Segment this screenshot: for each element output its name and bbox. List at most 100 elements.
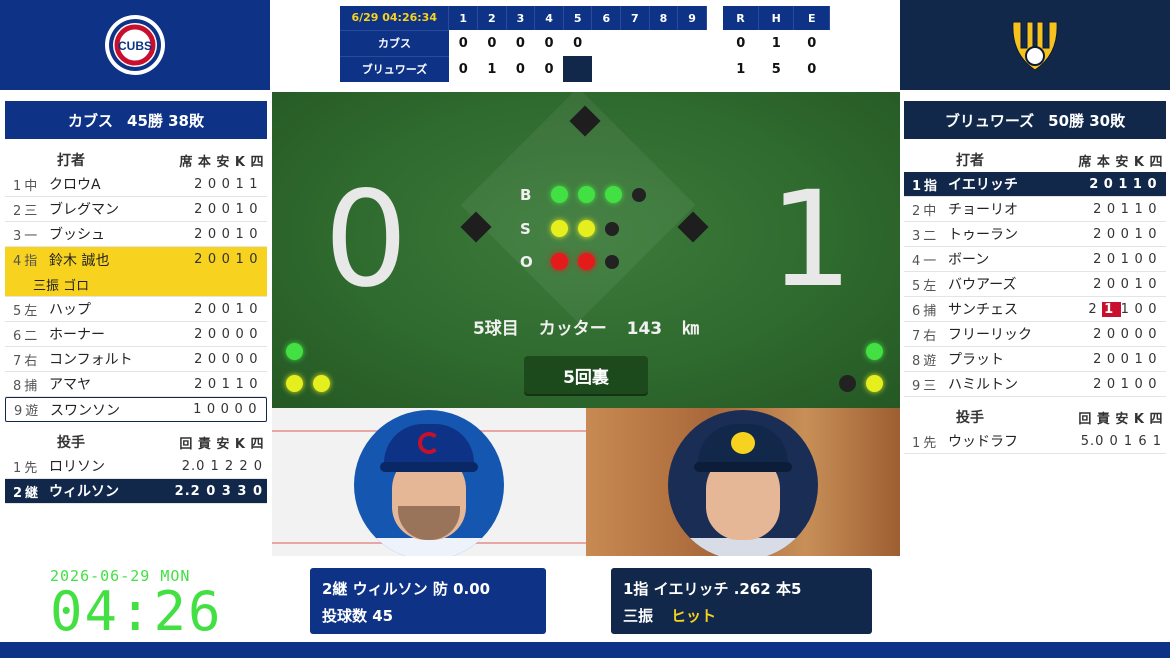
pitcher-avatar (354, 410, 504, 556)
pitcher-row[interactable]: 1先 ロリソン 2.0 1 2 2 0 (5, 454, 267, 479)
batter-position: 3一 (13, 228, 41, 244)
linescore-header: 6/29 04:26:34 1 2 3 4 5 6 7 8 9 R H E (340, 6, 830, 30)
brewers-glove-icon (731, 432, 755, 454)
batter-position: 1中 (13, 178, 41, 194)
ball-indicator (632, 188, 646, 202)
result-note-text: 三振 ゴロ (33, 278, 90, 294)
batter-row[interactable]: 6捕 サンチェス 2 1 100 (904, 297, 1166, 322)
pitcher-name: ウッドラフ (948, 434, 1018, 450)
inning-score: 0 (534, 30, 564, 56)
out-indicator (605, 255, 619, 269)
batter-position: 8遊 (912, 353, 940, 369)
at-bat-result-hit: ヒット (671, 606, 717, 625)
home-team-record: 50勝 30敗 (1048, 111, 1126, 130)
batter-stats: 20000 (194, 326, 263, 342)
batter-row[interactable]: 1中 クロウA 20011 (5, 172, 267, 197)
batter-row[interactable]: 8遊 プラット 20010 (904, 347, 1166, 372)
inning-indicator: 5回裏 (524, 356, 648, 394)
errors-total: 0 (793, 30, 830, 56)
batter-stats: 20010 (194, 201, 263, 217)
batter-row[interactable]: 5左 ハップ 20010 (5, 297, 267, 322)
batter-name: イエリッチ (948, 177, 1018, 193)
ball-indicator (578, 186, 595, 203)
batter-row[interactable]: 7右 フリーリック 20000 (904, 322, 1166, 347)
inning-header: 4 (534, 6, 564, 30)
pitcher-line: 2継 ウィルソン 防 0.00 (322, 579, 491, 598)
batter-row[interactable]: 9三 ハミルトン 20100 (904, 372, 1166, 397)
pitcher-heading: 投手 (57, 435, 85, 451)
cap-brim (694, 462, 792, 472)
hits-total: 1 (758, 30, 794, 56)
pitcher-columns-heading: 回 責 安 K 四 (1078, 411, 1163, 427)
batter-stats: 20110 (1093, 201, 1162, 217)
batter-row[interactable]: 7右 コンフォルト 20000 (5, 347, 267, 372)
batter-stats: 20010 (194, 226, 263, 242)
batter-stats: 20100 (1093, 251, 1162, 267)
batter-position: 1指 (912, 178, 941, 194)
batter-row[interactable]: 2中 チョーリオ 20110 (904, 197, 1166, 222)
brewers-logo-panel (900, 0, 1170, 90)
pitcher-stats: 2.2 0 3 3 0 (174, 483, 263, 499)
away-team-name: カブス (68, 111, 114, 130)
side-indicator-light (286, 343, 303, 360)
inning-score: 0 (477, 30, 507, 56)
batter-row-highlighted[interactable]: 4指 鈴木 誠也 20010 (5, 247, 267, 272)
batter-position: 3二 (912, 228, 940, 244)
batter-stats: 20010 (1093, 226, 1162, 242)
pitch-count: 投球数 45 (322, 606, 394, 625)
pitcher-name: ロリソン (49, 459, 105, 475)
batter-row[interactable]: 8捕 アマヤ 20110 (5, 372, 267, 397)
batter-name: サンチェス (948, 302, 1018, 318)
team-name: ブリュワーズ (340, 55, 449, 82)
side-indicator-light (839, 375, 856, 392)
batter-row[interactable]: 3二 トゥーラン 20010 (904, 222, 1166, 247)
batter-stats: 20110 (194, 376, 263, 392)
batter-info-card: 1指 イエリッチ .262 本5 三振 ヒット (611, 568, 872, 634)
strike-indicator (578, 220, 595, 237)
inning-score: 0 (506, 56, 535, 82)
strikes-label: S (520, 220, 531, 238)
stat-columns-heading: 席 本 安 K 四 (179, 154, 264, 170)
batter-row[interactable]: 3一 ブッシュ 20010 (5, 222, 267, 247)
pitcher-position: 1先 (13, 460, 41, 476)
pitch-info: 5球目 カッター 143 ㎞ (472, 319, 700, 339)
inning-header: 5 (563, 6, 593, 30)
hits-header: H (758, 6, 795, 30)
runs-total: 1 (723, 56, 759, 82)
runs-total: 0 (723, 30, 759, 56)
errors-total: 0 (793, 56, 830, 82)
ball-indicator (605, 186, 622, 203)
batter-line: 1指 イエリッチ .262 本5 (623, 579, 802, 598)
pitcher-row[interactable]: 1先 ウッドラフ 5.0 0 1 6 1 (904, 429, 1166, 454)
linescore-gap (706, 56, 724, 82)
inning-score: 0 (448, 30, 478, 56)
brewers-logo-icon (1012, 21, 1058, 71)
cubs-logo-icon: CUBS (105, 15, 165, 75)
linescore-gap (706, 6, 724, 30)
cap-brim (380, 462, 478, 472)
batter-name: ホーナー (49, 327, 105, 343)
pitcher-header: 投手 回 責 安 K 四 (904, 405, 1166, 429)
batter-row[interactable]: 2三 ブレグマン 20010 (5, 197, 267, 222)
batter-stats: 20010 (1093, 276, 1162, 292)
batter-name: ボーン (948, 252, 990, 268)
clock-time: 04:26 (50, 580, 223, 643)
inning-score: 1 (477, 56, 507, 82)
batter-stats: 10000 (193, 402, 262, 417)
batter-name: ブレグマン (49, 202, 119, 218)
batter-photo (586, 408, 900, 556)
batter-row-next[interactable]: 9遊 スワンソン 10000 (5, 397, 267, 422)
batter-row[interactable]: 4一 ボーン 20100 (904, 247, 1166, 272)
batter-row-current[interactable]: 1指 イエリッチ 20110 (904, 172, 1166, 197)
pitcher-name: ウィルソン (49, 484, 119, 500)
batter-row[interactable]: 6二 ホーナー 20000 (5, 322, 267, 347)
game-time: 6/29 04:26:34 (340, 6, 450, 30)
side-indicator-light (313, 375, 330, 392)
inning-score (620, 56, 650, 82)
out-indicator (578, 253, 595, 270)
inning-score (677, 30, 707, 56)
pitcher-row-current[interactable]: 2継 ウィルソン 2.2 0 3 3 0 (5, 479, 267, 504)
inning-score: 0 (506, 30, 535, 56)
batter-row[interactable]: 5左 バウアーズ 20010 (904, 272, 1166, 297)
